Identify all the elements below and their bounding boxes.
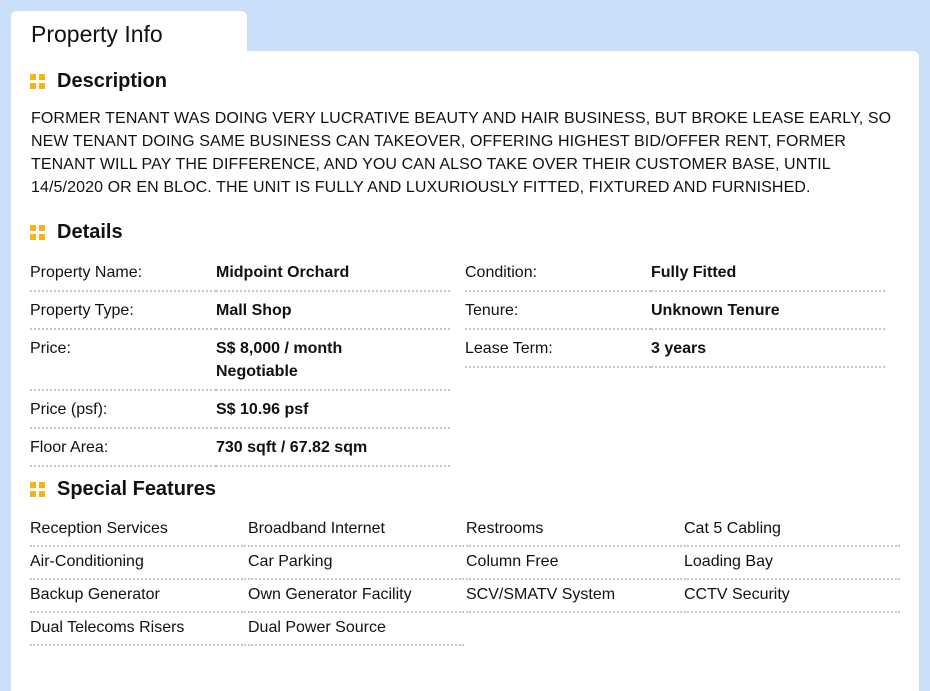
tab-title: Property Info (31, 21, 163, 47)
detail-value: Midpoint Orchard (216, 254, 450, 292)
property-info-panel: Description FORMER TENANT WAS DOING VERY… (11, 51, 919, 691)
feature-item: Cat 5 Cabling (684, 514, 900, 547)
description-text: FORMER TENANT WAS DOING VERY LUCRATIVE B… (31, 110, 892, 196)
feature-item: Restrooms (466, 514, 682, 547)
price-value: S$ 8,000 / month (216, 340, 343, 357)
detail-value: Fully Fitted (651, 254, 885, 292)
grid-bullet-icon (30, 482, 45, 497)
feature-item: Car Parking (248, 547, 464, 580)
detail-label: Price (psf): (30, 390, 216, 429)
detail-row: Price: S$ 8,000 / month Negotiable (30, 329, 450, 391)
feature-row: Air-Conditioning Car Parking Column Free… (30, 547, 900, 580)
detail-value: Mall Shop (216, 291, 450, 330)
detail-label: Floor Area: (30, 428, 216, 467)
details-heading-text: Details (57, 221, 123, 243)
feature-row: Reception Services Broadband Internet Re… (30, 514, 900, 547)
detail-row: Price (psf): S$ 10.96 psf (30, 390, 450, 429)
detail-value: S$ 10.96 psf (216, 390, 450, 429)
feature-item: Own Generator Facility (248, 580, 464, 613)
detail-label: Price: (30, 329, 216, 391)
feature-row: Dual Telecoms Risers Dual Power Source (30, 613, 900, 646)
detail-value: S$ 8,000 / month Negotiable (216, 329, 450, 391)
feature-item: SCV/SMATV System (466, 580, 682, 613)
feature-item: Broadband Internet (248, 514, 464, 547)
detail-label: Condition: (465, 254, 651, 292)
grid-bullet-icon (30, 74, 45, 89)
detail-label: Tenure: (465, 291, 651, 330)
feature-row: Backup Generator Own Generator Facility … (30, 580, 900, 613)
description-heading-text: Description (57, 70, 168, 92)
detail-value: 3 years (651, 329, 885, 368)
price-negotiable: Negotiable (216, 363, 298, 380)
detail-row: Tenure: Unknown Tenure (465, 291, 885, 330)
feature-item: Dual Telecoms Risers (30, 613, 246, 646)
feature-item: Column Free (466, 547, 682, 580)
special-features-heading: Special Features (30, 478, 216, 501)
detail-row: Condition: Fully Fitted (465, 254, 885, 292)
detail-value: 730 sqft / 67.82 sqm (216, 428, 450, 467)
detail-label: Property Name: (30, 254, 216, 292)
feature-item: Dual Power Source (248, 613, 464, 646)
detail-label: Property Type: (30, 291, 216, 330)
grid-bullet-icon (30, 225, 45, 240)
detail-value: Unknown Tenure (651, 291, 885, 330)
tab-property-info[interactable]: Property Info (11, 11, 247, 55)
details-heading: Details (30, 221, 123, 244)
detail-row: Lease Term: 3 years (465, 329, 885, 368)
special-features-heading-text: Special Features (57, 478, 216, 500)
detail-label: Lease Term: (465, 329, 651, 368)
details-left-table: Property Name: Midpoint Orchard Property… (30, 254, 450, 467)
detail-row: Property Name: Midpoint Orchard (30, 254, 450, 292)
feature-item: CCTV Security (684, 580, 900, 613)
feature-item: Backup Generator (30, 580, 246, 613)
feature-item: Reception Services (30, 514, 246, 547)
detail-row: Floor Area: 730 sqft / 67.82 sqm (30, 428, 450, 467)
feature-item: Air-Conditioning (30, 547, 246, 580)
description-heading: Description (30, 70, 167, 93)
feature-item: Loading Bay (684, 547, 900, 580)
special-features-grid: Reception Services Broadband Internet Re… (30, 514, 900, 646)
details-right-table: Condition: Fully Fitted Tenure: Unknown … (465, 254, 885, 368)
detail-row: Property Type: Mall Shop (30, 291, 450, 330)
